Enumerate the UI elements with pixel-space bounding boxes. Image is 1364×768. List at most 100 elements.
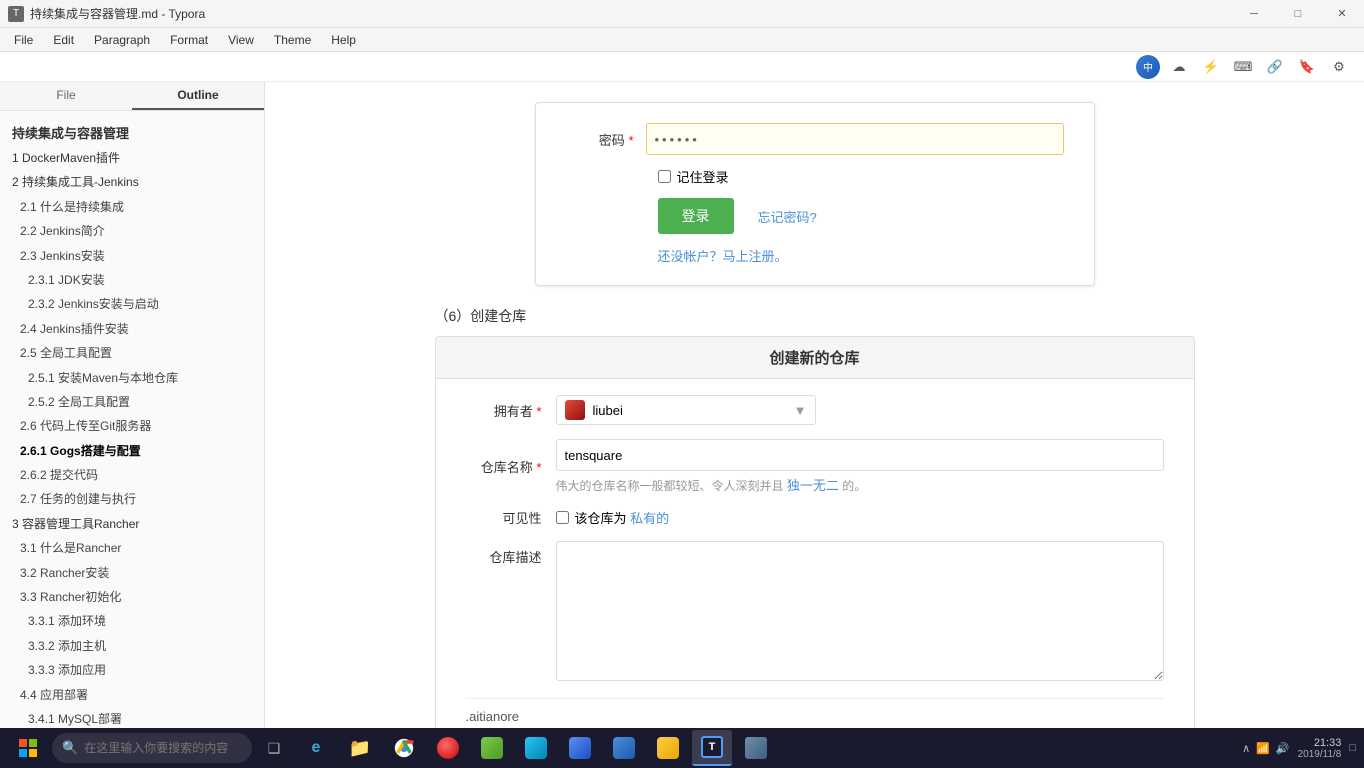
outline-item[interactable]: 2.5.2 全局工具配置 [4,390,260,414]
repo-name-control: 伟大的仓库名称一般都较短、令人深刻并且 独一无二 的。 [556,439,1164,494]
title-bar: T 持续集成与容器管理.md - Typora ─ □ ✕ [0,0,1364,28]
taskbar-app-green[interactable] [472,730,512,766]
register-link[interactable]: 还没帐户？马上注册。 [658,249,788,264]
window-title: 持续集成与容器管理.md - Typora [30,5,205,22]
repo-hint-link[interactable]: 独一无二 [787,478,839,493]
toolbar-icon-cloud[interactable]: ☁ [1166,55,1192,79]
password-input[interactable] [646,123,1064,155]
outline-item[interactable]: 2.4 Jenkins插件安装 [4,317,260,341]
outline-item[interactable]: 2.5.1 安装Maven与本地仓库 [4,366,260,390]
outline-item[interactable]: 4.4 应用部署 [4,683,260,707]
edge-icon: e [312,739,321,757]
notification-icon[interactable]: □ [1349,742,1356,754]
clock[interactable]: 21:33 2019/11/8 [1298,737,1342,760]
search-bar[interactable]: 🔍 [52,733,252,763]
menu-paragraph[interactable]: Paragraph [84,31,160,49]
outline-item[interactable]: 3.3.2 添加主机 [4,634,260,658]
outline-item[interactable]: 3 容器管理工具Rancher [4,512,260,536]
tab-outline[interactable]: Outline [132,82,264,110]
repo-name-input[interactable] [556,439,1164,471]
outline-item-active[interactable]: 2.6.1 Gogs搭建与配置 [4,439,260,463]
repo-form-body: 拥有者 * liubei ▼ [436,379,1194,738]
taskbar-app-yellow[interactable] [648,730,688,766]
login-button[interactable]: 登录 [658,198,734,234]
outline-item[interactable]: 1 DockerMaven插件 [4,146,260,170]
outline-item[interactable]: 2.5 全局工具配置 [4,341,260,365]
taskbar-app-cyan[interactable] [516,730,556,766]
outline-item[interactable]: 2.7 任务的创建与执行 [4,487,260,511]
forgot-password-link[interactable]: 忘记密码? [758,207,817,226]
outline-item[interactable]: 3.3.3 添加应用 [4,658,260,682]
content-area[interactable]: 密码 * 记住登录 登录 忘记密码? 还没帐户？马上注册。 [265,82,1364,738]
owner-avatar-icon [565,400,585,420]
menu-file[interactable]: File [4,31,43,49]
time-display: 21:33 [1298,737,1342,749]
toolbar-icon-bookmark[interactable]: 🔖 [1294,55,1320,79]
outline-item[interactable]: 3.2 Rancher安装 [4,561,260,585]
owner-row: 拥有者 * liubei ▼ [466,395,1164,425]
menu-view[interactable]: View [218,31,264,49]
private-link[interactable]: 私有的 [630,508,669,527]
close-button[interactable]: ✕ [1320,0,1364,28]
menu-edit[interactable]: Edit [43,31,84,49]
toolbar-icon-share[interactable]: 🔗 [1262,55,1288,79]
outline-item[interactable]: 2.3.2 Jenkins安装与启动 [4,292,260,316]
toolbar-icon-bolt[interactable]: ⚡ [1198,55,1224,79]
visibility-control: 该仓库为 私有的 [556,508,1164,527]
tab-file[interactable]: File [0,82,132,110]
start-button[interactable] [8,730,48,766]
outline-item[interactable]: 2.3 Jenkins安装 [4,244,260,268]
owner-select[interactable]: liubei ▼ [556,395,816,425]
outline-item[interactable]: 3.3.1 添加环境 [4,609,260,633]
search-icon: 🔍 [62,740,78,756]
menu-theme[interactable]: Theme [264,31,321,49]
repo-form-box: 创建新的仓库 拥有者 * [435,336,1195,738]
taskbar-app-blue1[interactable] [560,730,600,766]
create-repo-section: （6）创建仓库 创建新的仓库 拥有者 * [435,306,1195,738]
gitignore-section: .aitianore [466,698,1164,724]
document-content: 密码 * 记住登录 登录 忘记密码? 还没帐户？马上注册。 [265,82,1364,738]
outline-item[interactable]: 2.2 Jenkins简介 [4,219,260,243]
outline-item[interactable]: 2.6 代码上传至Git服务器 [4,414,260,438]
taskbar-app-edge[interactable]: e [296,730,336,766]
password-row: 密码 * [566,123,1064,155]
photo-app-icon [745,737,767,759]
taskbar-app-photo[interactable] [736,730,776,766]
blue2-app-icon [613,737,635,759]
taskbar-app-typora[interactable]: T [692,730,732,766]
volume-icon[interactable]: 🔊 [1276,742,1290,755]
repo-name-hint: 伟大的仓库名称一般都较短、令人深刻并且 独一无二 的。 [556,475,1164,494]
description-row: 仓库描述 [466,541,1164,684]
outline-item[interactable]: 2 持续集成工具-Jenkins [4,170,260,194]
outline-item[interactable]: 3.1 什么是Rancher [4,536,260,560]
outline-item[interactable]: 3.3 Rancher初始化 [4,585,260,609]
outline-item[interactable]: 2.3.1 JDK安装 [4,268,260,292]
login-action-row: 登录 忘记密码? [658,198,1064,234]
tray-up-arrow[interactable]: ∧ [1242,742,1250,755]
private-checkbox[interactable] [556,511,569,524]
visibility-row: 可见性 该仓库为 私有的 [466,508,1164,527]
minimize-button[interactable]: ─ [1232,0,1276,28]
toolbar-icon-settings[interactable]: ⚙ [1326,55,1352,79]
login-form: 密码 * 记住登录 登录 忘记密码? 还没帐户？马上注册。 [535,102,1095,286]
taskbar: 🔍 ❑ e 📁 [0,728,1364,768]
taskbar-app-explorer[interactable]: 📁 [340,730,380,766]
description-textarea[interactable] [556,541,1164,681]
outline-item[interactable]: 2.1 什么是持续集成 [4,195,260,219]
maximize-button[interactable]: □ [1276,0,1320,28]
description-control [556,541,1164,684]
menu-help[interactable]: Help [321,31,366,49]
taskbar-app-red[interactable] [428,730,468,766]
owner-name: liubei [593,403,623,418]
secondary-toolbar: 中 ☁ ⚡ ⌨ 🔗 🔖 ⚙ [0,52,1364,82]
taskbar-app-blue2[interactable] [604,730,644,766]
repo-name-label: 仓库名称 * [466,457,556,476]
remember-checkbox[interactable] [658,170,671,183]
app-icon: T [8,6,24,22]
taskbar-app-taskview[interactable]: ❑ [256,730,292,766]
toolbar-icon-keyboard[interactable]: ⌨ [1230,55,1256,79]
taskbar-search-input[interactable] [84,741,234,755]
menu-format[interactable]: Format [160,31,218,49]
taskbar-app-chrome[interactable] [384,730,424,766]
outline-item[interactable]: 2.6.2 提交代码 [4,463,260,487]
